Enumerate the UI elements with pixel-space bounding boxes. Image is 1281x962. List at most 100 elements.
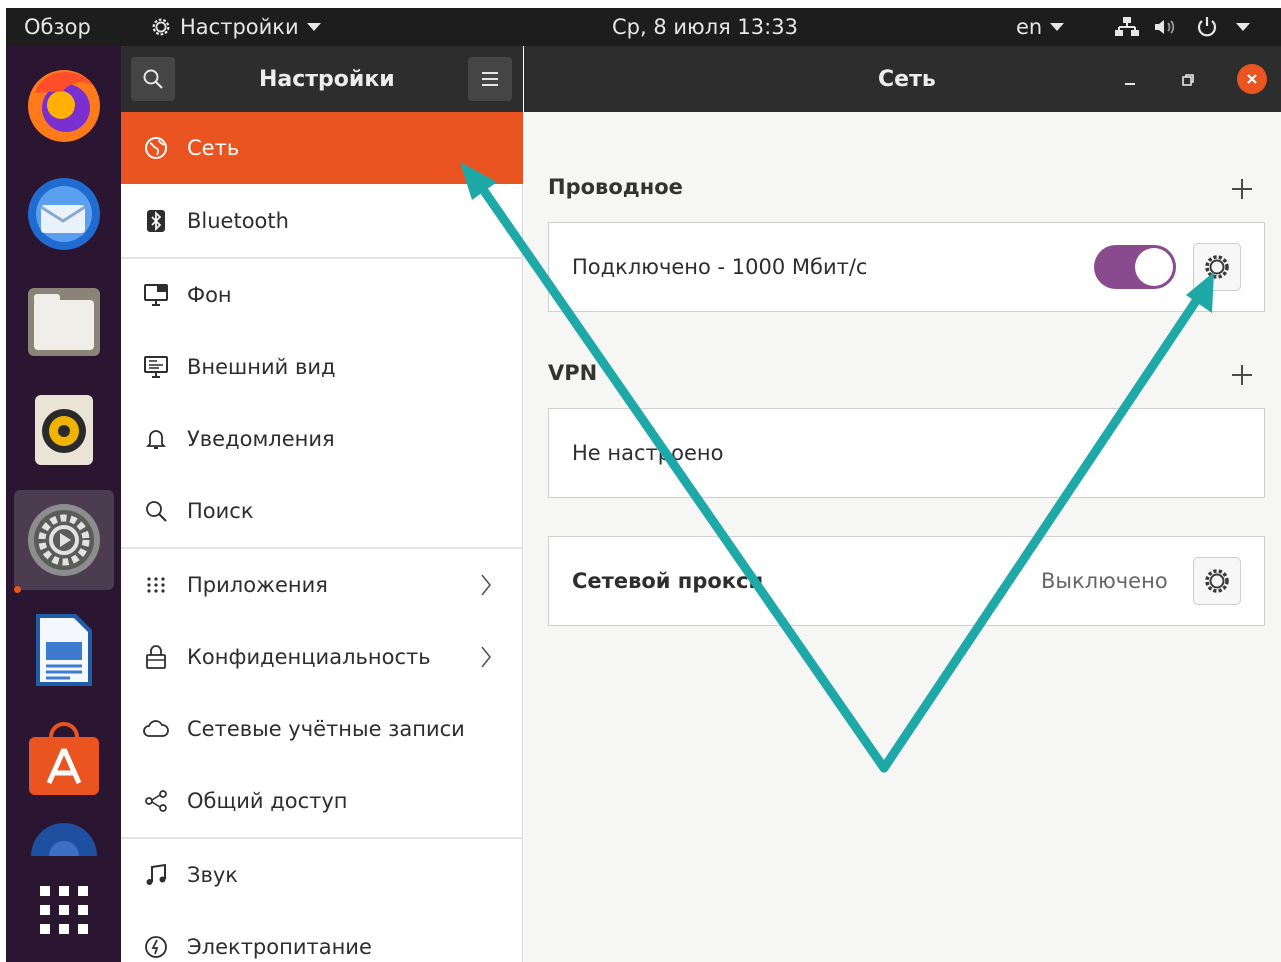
files-icon: [28, 288, 100, 356]
sidebar-item-label: Электропитание: [187, 935, 372, 959]
appearance-icon: [144, 356, 168, 378]
restore-icon: [1182, 74, 1194, 86]
app-menu-label: Настройки: [180, 15, 299, 39]
vpn-section-title: VPN: [548, 361, 598, 385]
thunderbird-icon: [28, 178, 100, 250]
power-icon: [145, 936, 167, 958]
activities-button[interactable]: Обзор: [24, 8, 91, 46]
dock-software[interactable]: [14, 708, 114, 808]
search-icon: [143, 69, 163, 89]
proxy-title: Сетевой прокси: [572, 569, 764, 593]
monitor-icon: [144, 284, 168, 306]
sidebar-item-label: Сеть: [187, 136, 240, 160]
power-icon: [1197, 17, 1217, 37]
chevron-right-icon: [481, 574, 492, 596]
wired-toggle[interactable]: [1094, 245, 1176, 289]
wired-settings-button[interactable]: [1193, 243, 1241, 291]
dock-thunderbird[interactable]: [14, 164, 114, 264]
sidebar-item-network[interactable]: Сеть: [121, 112, 523, 184]
sidebar-item-background[interactable]: Фон: [121, 259, 523, 331]
sidebar-item-search[interactable]: Поиск: [121, 475, 523, 547]
dock-partial-app[interactable]: [14, 816, 114, 856]
gear-icon: [152, 18, 170, 36]
toggle-knob: [1135, 248, 1173, 286]
clock[interactable]: Ср, 8 июля 13:33: [612, 8, 798, 46]
minimize-button[interactable]: [1116, 66, 1144, 94]
main-header: Сеть: [524, 46, 1281, 112]
app-menu[interactable]: Настройки: [150, 8, 321, 46]
close-icon: [1247, 74, 1257, 84]
hamburger-icon: [482, 72, 498, 86]
firefox-icon: [28, 70, 100, 142]
proxy-status: Выключено: [1041, 569, 1168, 593]
lock-icon: [146, 645, 166, 669]
keyboard-layout-indicator[interactable]: en: [1016, 8, 1065, 46]
sidebar-item-privacy[interactable]: Конфиденциальность: [121, 621, 523, 693]
top-panel: Обзор Настройки Ср, 8 июля 13:33 en: [6, 8, 1281, 46]
software-icon: [29, 722, 99, 795]
volume-icon: [1155, 20, 1175, 34]
menu-button[interactable]: [468, 57, 512, 101]
wired-connection-row: Подключено - 1000 Мбит/с: [548, 222, 1265, 312]
network-wired-icon: [1115, 17, 1139, 36]
settings-sidebar: Сеть Bluetooth Фон Внешний вид Уведомлен…: [121, 112, 523, 962]
system-menu[interactable]: [1114, 8, 1250, 46]
page-title: Сеть: [878, 66, 936, 92]
restore-button[interactable]: [1174, 66, 1202, 94]
wired-status: Подключено - 1000 Мбит/с: [572, 255, 868, 279]
dock: [6, 46, 121, 962]
minimize-icon: [1125, 83, 1135, 85]
cloud-icon: [143, 720, 169, 737]
sidebar-item-appearance[interactable]: Внешний вид: [121, 331, 523, 403]
search-button[interactable]: [131, 57, 175, 101]
sidebar-item-online-accounts[interactable]: Сетевые учётные записи: [121, 693, 523, 765]
sidebar-item-notifications[interactable]: Уведомления: [121, 403, 523, 475]
globe-icon: [145, 137, 167, 159]
search-icon: [146, 501, 167, 522]
add-vpn-button[interactable]: [1229, 362, 1255, 388]
sidebar-item-label: Уведомления: [187, 427, 335, 451]
settings-icon: [28, 504, 100, 576]
keyboard-layout-label: en: [1016, 15, 1043, 39]
sidebar-item-label: Поиск: [187, 499, 254, 523]
dock-show-apps[interactable]: [14, 860, 114, 960]
sidebar-item-label: Сетевые учётные записи: [187, 717, 465, 741]
sidebar-item-label: Фон: [187, 283, 232, 307]
sidebar-item-label: Звук: [187, 863, 238, 887]
gear-icon: [1205, 569, 1229, 593]
sidebar-title: Настройки: [259, 66, 395, 92]
running-indicator: [14, 586, 21, 593]
network-panel: Проводное Подключено - 1000 Мбит/с VPN Н…: [524, 112, 1281, 962]
partial-app-icon: [31, 823, 97, 856]
dock-rhythmbox[interactable]: [14, 380, 114, 480]
vpn-status: Не настроено: [572, 441, 724, 465]
chevron-right-icon: [481, 646, 492, 668]
sidebar-item-power[interactable]: Электропитание: [121, 911, 523, 962]
bell-icon: [145, 430, 167, 449]
sidebar-item-sound[interactable]: Звук: [121, 839, 523, 911]
close-button[interactable]: [1237, 64, 1267, 94]
music-note-icon: [146, 863, 166, 885]
bluetooth-icon: [147, 210, 165, 232]
proxy-row[interactable]: Сетевой прокси Выключено: [548, 536, 1265, 626]
add-wired-button[interactable]: [1229, 176, 1255, 202]
proxy-settings-button[interactable]: [1193, 557, 1241, 605]
vpn-row: Не настроено: [548, 408, 1265, 498]
chevron-down-icon: [1236, 23, 1250, 31]
sidebar-item-label: Bluetooth: [187, 209, 289, 233]
dock-settings[interactable]: [14, 490, 114, 590]
sidebar-item-label: Общий доступ: [187, 789, 348, 813]
sidebar-item-applications[interactable]: Приложения: [121, 549, 523, 621]
libreoffice-writer-icon: [36, 614, 92, 686]
dock-files[interactable]: [14, 272, 114, 372]
sidebar-item-sharing[interactable]: Общий доступ: [121, 765, 523, 837]
dock-writer[interactable]: [14, 600, 114, 700]
sidebar-item-bluetooth[interactable]: Bluetooth: [121, 185, 523, 257]
rhythmbox-icon: [35, 395, 93, 465]
show-apps-icon: [40, 886, 88, 934]
dock-firefox[interactable]: [14, 54, 114, 154]
sidebar-item-label: Конфиденциальность: [187, 645, 431, 669]
sidebar-header: Настройки: [121, 46, 523, 112]
share-icon: [145, 790, 167, 812]
chevron-down-icon: [306, 23, 321, 31]
